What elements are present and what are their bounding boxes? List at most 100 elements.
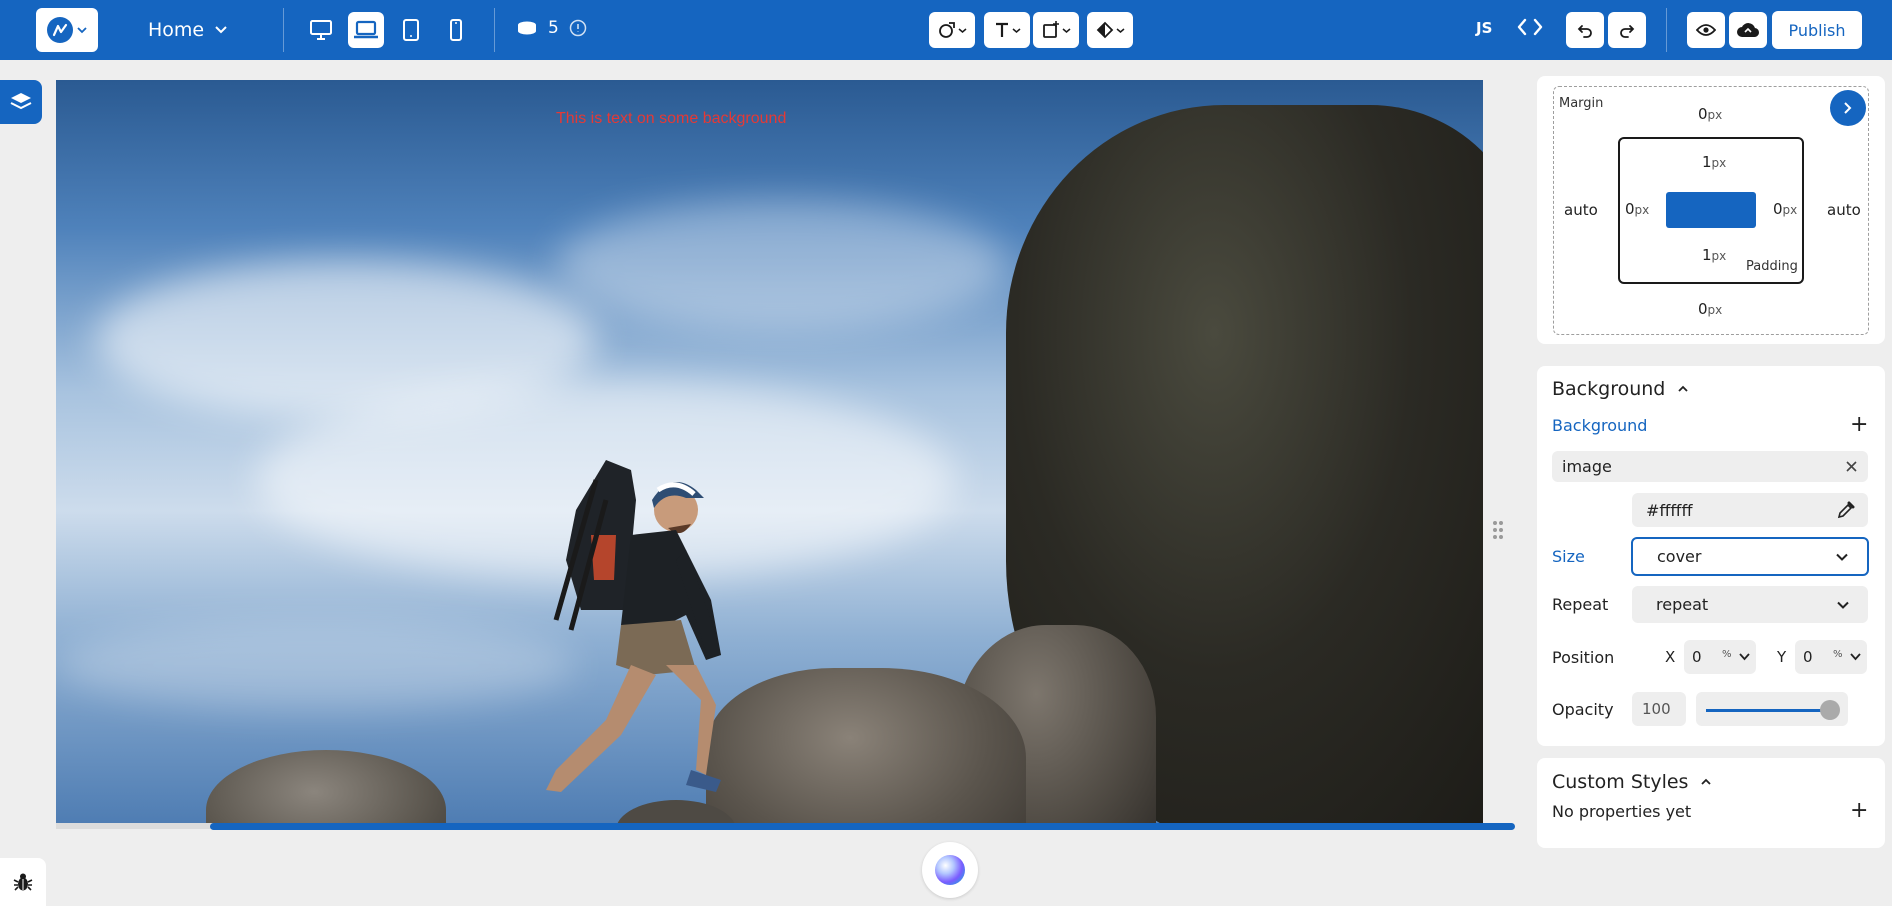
ai-orb-icon bbox=[935, 855, 965, 885]
background-layer-item[interactable]: image bbox=[1552, 451, 1868, 482]
position-x-unit[interactable]: % bbox=[1722, 649, 1732, 660]
redo-button[interactable] bbox=[1608, 12, 1646, 48]
redo-icon bbox=[1620, 25, 1635, 38]
chevron-down-icon bbox=[1012, 27, 1020, 33]
desktop-view-button[interactable] bbox=[303, 12, 339, 48]
database-icon bbox=[518, 21, 536, 35]
chevron-down-icon bbox=[215, 26, 227, 34]
position-y-input[interactable]: 0 % bbox=[1795, 640, 1867, 674]
undo-button[interactable] bbox=[1566, 12, 1604, 48]
margin-top-value[interactable]: 0px bbox=[1698, 105, 1722, 123]
canvas-text[interactable]: This is text on some background bbox=[556, 110, 786, 128]
position-y-value: 0 bbox=[1803, 648, 1813, 666]
boulder bbox=[206, 750, 446, 823]
components-menu-button[interactable] bbox=[929, 12, 975, 48]
chevron-down-icon bbox=[1062, 27, 1070, 33]
shape-menu-button[interactable] bbox=[1033, 12, 1079, 48]
opacity-input[interactable]: 100 bbox=[1632, 692, 1686, 726]
chevron-down-icon bbox=[1116, 27, 1124, 33]
bug-icon bbox=[13, 873, 33, 891]
position-x-label: X bbox=[1665, 648, 1676, 666]
position-x-input[interactable]: 0 % bbox=[1684, 640, 1756, 674]
background-color-value: #ffffff bbox=[1646, 500, 1693, 520]
custom-styles-header[interactable]: Custom Styles bbox=[1552, 771, 1712, 793]
tablet-icon bbox=[403, 19, 419, 41]
chevron-down-icon bbox=[1739, 653, 1750, 661]
add-background-button[interactable]: + bbox=[1850, 412, 1868, 437]
sky-cloud bbox=[556, 200, 1006, 330]
background-color-field[interactable]: #ffffff bbox=[1632, 493, 1868, 527]
background-layer-type: image bbox=[1562, 457, 1612, 476]
custom-styles-title: Custom Styles bbox=[1552, 771, 1689, 793]
opacity-value: 100 bbox=[1642, 700, 1671, 718]
ai-assistant-button[interactable] bbox=[922, 842, 978, 898]
position-x-value: 0 bbox=[1692, 648, 1702, 666]
laptop-view-button[interactable] bbox=[348, 12, 384, 48]
position-y-unit[interactable]: % bbox=[1833, 649, 1843, 660]
size-select[interactable]: cover bbox=[1631, 537, 1869, 576]
page-selector-label: Home bbox=[148, 19, 205, 41]
text-menu-button[interactable] bbox=[984, 12, 1030, 48]
publish-button[interactable]: Publish bbox=[1772, 11, 1862, 49]
page-selector[interactable]: Home bbox=[148, 14, 228, 46]
code-icon bbox=[1517, 18, 1543, 36]
padding-left-value[interactable]: 0px bbox=[1625, 200, 1649, 218]
cloud-save-button[interactable] bbox=[1729, 12, 1767, 48]
eyedropper-icon[interactable] bbox=[1836, 500, 1856, 520]
sky-cloud bbox=[56, 620, 576, 710]
top-toolbar: Home 5 JS Publish bbox=[0, 0, 1892, 60]
chevron-right-icon bbox=[1844, 102, 1852, 114]
chevron-down-icon bbox=[1837, 601, 1849, 609]
chevron-up-icon bbox=[1678, 385, 1688, 392]
background-layers-label: Background bbox=[1552, 416, 1648, 435]
horizontal-scrollbar[interactable] bbox=[210, 823, 1515, 830]
repeat-select[interactable]: repeat bbox=[1632, 586, 1868, 623]
margin-right-value[interactable]: auto bbox=[1827, 201, 1861, 219]
padding-top-value[interactable]: 1px bbox=[1702, 153, 1726, 171]
margin-label: Margin bbox=[1559, 96, 1604, 111]
app-logo-icon bbox=[47, 17, 73, 43]
app-logo-button[interactable] bbox=[36, 8, 98, 52]
repeat-select-value: repeat bbox=[1656, 595, 1709, 614]
size-select-value: cover bbox=[1657, 547, 1702, 566]
close-icon[interactable] bbox=[1845, 460, 1858, 473]
add-shape-icon bbox=[1042, 21, 1059, 38]
opacity-slider-thumb[interactable] bbox=[1820, 700, 1840, 720]
info-icon bbox=[569, 19, 587, 37]
padding-bottom-value[interactable]: 1px bbox=[1702, 246, 1726, 264]
text-icon bbox=[995, 22, 1008, 37]
cloud-icon bbox=[1737, 23, 1760, 38]
box-model-editor: Margin 0px 0px auto auto 1px 1px 0px 0px… bbox=[1553, 86, 1869, 335]
code-view-button[interactable] bbox=[1516, 16, 1544, 42]
padding-label: Padding bbox=[1746, 259, 1798, 274]
mobile-view-button[interactable] bbox=[438, 12, 474, 48]
chevron-up-icon bbox=[1701, 778, 1712, 785]
database-indicator[interactable]: 5 bbox=[516, 18, 587, 38]
chevron-down-icon bbox=[1850, 653, 1861, 661]
panel-resize-handle[interactable] bbox=[1490, 518, 1506, 542]
padding-right-value[interactable]: 0px bbox=[1773, 200, 1797, 218]
opacity-label: Opacity bbox=[1552, 700, 1614, 719]
tablet-view-button[interactable] bbox=[393, 12, 429, 48]
layers-button[interactable] bbox=[0, 80, 42, 124]
hiker-silhouette bbox=[546, 460, 721, 792]
next-panel-button[interactable] bbox=[1830, 90, 1866, 126]
background-section-header[interactable]: Background bbox=[1552, 378, 1689, 400]
add-custom-style-button[interactable]: + bbox=[1850, 798, 1868, 823]
laptop-icon bbox=[354, 20, 378, 39]
size-label: Size bbox=[1552, 547, 1585, 566]
margin-bottom-value[interactable]: 0px bbox=[1698, 300, 1722, 318]
theme-menu-button[interactable] bbox=[1087, 12, 1133, 48]
page-canvas[interactable]: This is text on some background bbox=[56, 80, 1483, 823]
contrast-icon bbox=[1096, 21, 1113, 39]
debug-button[interactable] bbox=[0, 858, 46, 906]
chevron-down-icon bbox=[958, 27, 966, 33]
margin-left-value[interactable]: auto bbox=[1564, 201, 1598, 219]
desktop-icon bbox=[310, 20, 332, 40]
js-editor-button[interactable]: JS bbox=[1476, 19, 1492, 37]
divider bbox=[494, 8, 495, 52]
padding-box: 1px 1px 0px 0px Padding bbox=[1618, 137, 1804, 284]
position-y-label: Y bbox=[1777, 648, 1787, 666]
preview-button[interactable] bbox=[1687, 12, 1725, 48]
divider bbox=[283, 8, 284, 52]
